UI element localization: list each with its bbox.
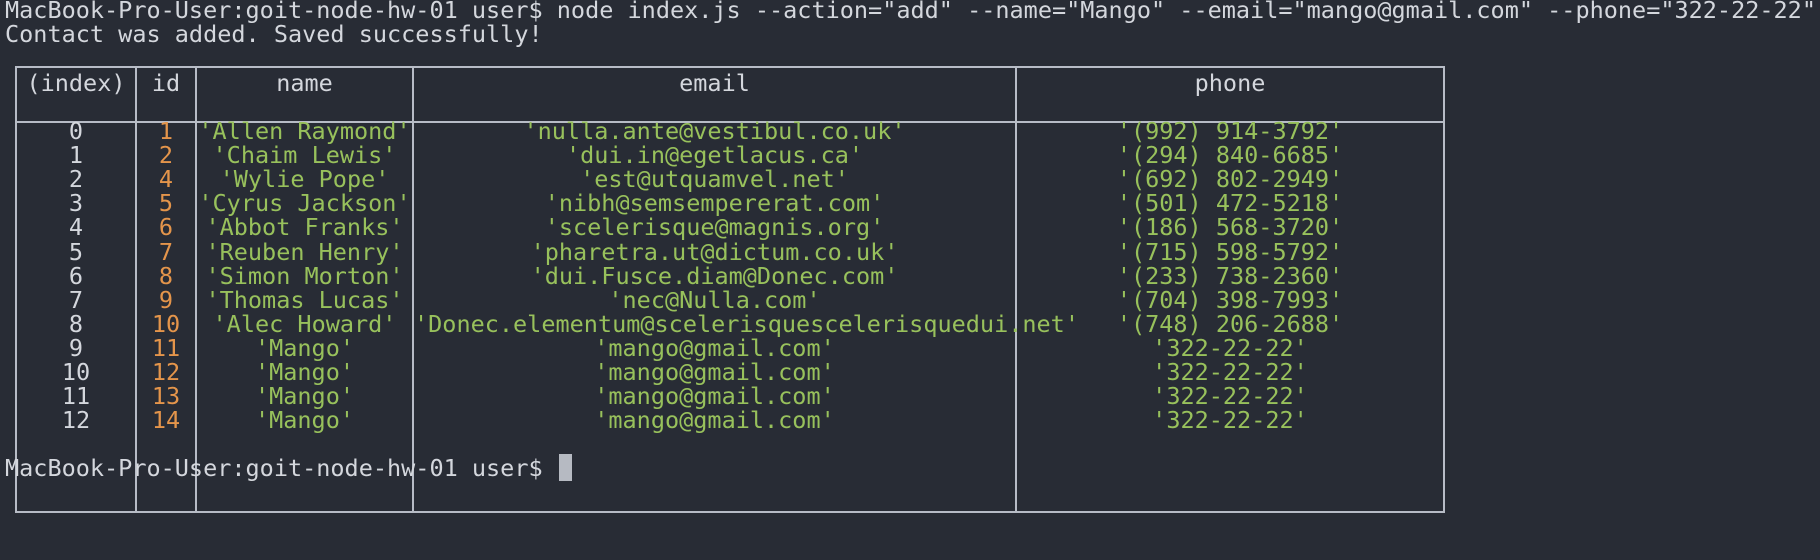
cell-id: 14 <box>151 406 181 435</box>
header-email: email <box>679 69 750 97</box>
cell-phone: '322-22-22' <box>1152 406 1308 435</box>
output-message: Contact was added. Saved successfully! <box>5 20 543 48</box>
cell-email: 'mango@gmail.com' <box>594 406 835 435</box>
header-phone: phone <box>1194 69 1266 97</box>
header-name: name <box>276 69 333 97</box>
text-cursor <box>558 454 572 481</box>
cell-index: 12 <box>61 406 91 435</box>
header-id: id <box>151 69 181 97</box>
shell-prompt-line[interactable]: MacBook-Pro-User:goit-node-hw-01 user$ <box>5 454 572 482</box>
header-index: (index) <box>26 69 126 97</box>
terminal-window[interactable]: MacBook-Pro-User:goit-node-hw-01 user$ n… <box>5 0 1816 560</box>
contacts-table: (index) id name email phone 0 1 'Allen Ray… <box>15 66 1445 513</box>
shell-prompt: MacBook-Pro-User:goit-node-hw-01 user$ <box>5 454 557 482</box>
cell-name: 'Mango' <box>254 406 355 435</box>
